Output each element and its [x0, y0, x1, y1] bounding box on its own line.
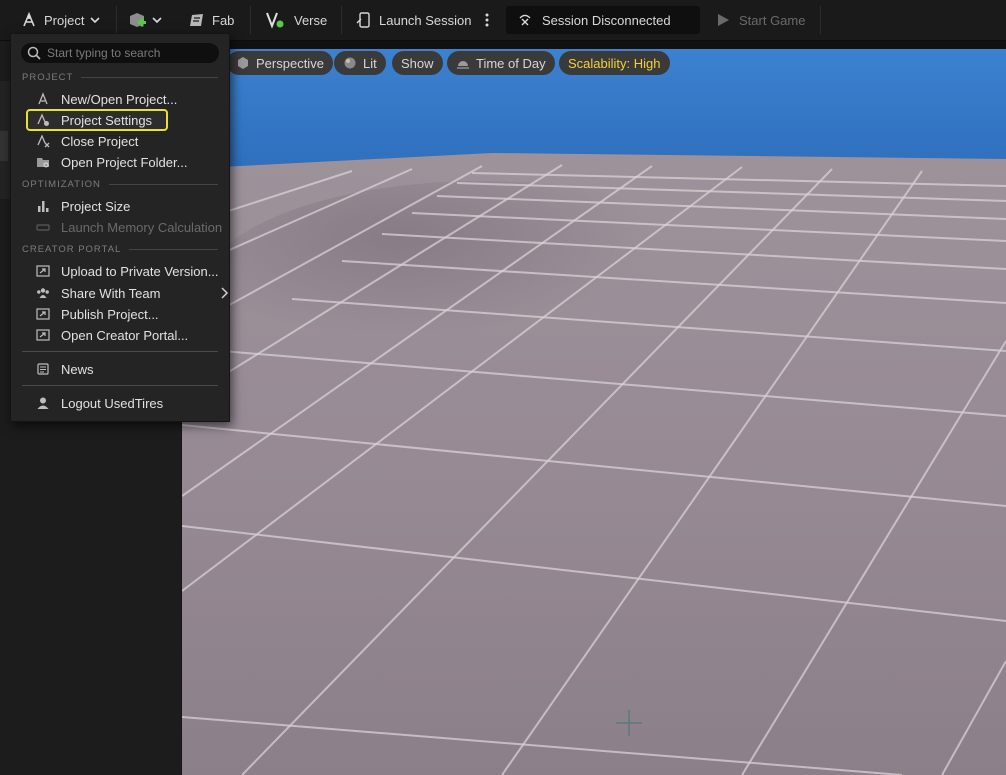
project-menu-label: Project [44, 12, 85, 28]
menu-item-upload-private-version[interactable]: Upload to Private Version... [28, 261, 224, 281]
team-icon [37, 288, 49, 298]
project-settings-icon [37, 113, 49, 126]
lit-label: Lit [363, 55, 377, 71]
chevron-right-icon [221, 287, 229, 299]
section-project: PROJECT [22, 70, 218, 84]
external-link-icon [36, 329, 50, 341]
folder-icon [37, 158, 49, 168]
verse-label: Verse [294, 12, 328, 28]
more-options-button[interactable] [484, 0, 490, 40]
menu-item-launch-memory-calculation[interactable]: Launch Memory Calculation [28, 217, 224, 237]
project-dropdown-menu: PROJECT New/Open Project... Project Sett… [10, 33, 230, 422]
publish-icon [36, 308, 50, 320]
user-icon [37, 397, 49, 409]
section-creator-portal-label: CREATOR PORTAL [22, 243, 122, 255]
menu-item-new-open-project[interactable]: New/Open Project... [28, 89, 224, 109]
menu-item-logout[interactable]: Logout UsedTires [28, 393, 224, 413]
cube-icon [238, 57, 248, 69]
section-project-label: PROJECT [22, 71, 74, 83]
news-icon [37, 363, 49, 375]
menu-item-label: Close Project [61, 134, 139, 149]
section-optimization: OPTIMIZATION [22, 177, 218, 191]
session-status-label: Session Disconnected [542, 12, 671, 28]
menu-divider [22, 385, 218, 386]
vertical-ellipsis-icon [485, 13, 489, 27]
toolbar-separator [250, 6, 251, 34]
menu-item-label: Project Size [61, 199, 131, 214]
launch-session-button[interactable]: Launch Session [355, 0, 472, 40]
bar-chart-icon [38, 201, 49, 212]
memory-icon [36, 224, 50, 231]
fab-icon [190, 14, 203, 26]
menu-item-publish-project[interactable]: Publish Project... [28, 304, 224, 324]
session-status-indicator[interactable]: Session Disconnected [506, 6, 700, 34]
toolbar-separator [820, 6, 821, 34]
project-icon [23, 11, 35, 27]
toolbar-separator [341, 6, 342, 34]
chevron-down-icon [152, 17, 162, 24]
menu-item-label: Publish Project... [61, 307, 159, 322]
menu-item-label: Launch Memory Calculation [61, 220, 223, 235]
scalability-button[interactable]: Scalability: High [559, 51, 670, 75]
time-of-day-label: Time of Day [476, 55, 546, 71]
project-icon [38, 92, 48, 105]
start-game-button[interactable]: Start Game [716, 0, 805, 40]
menu-item-label: Open Creator Portal... [61, 328, 189, 343]
menu-item-label: Logout UsedTires [61, 396, 164, 411]
menu-item-share-with-team[interactable]: Share With Team [28, 283, 229, 303]
menu-item-close-project[interactable]: Close Project [28, 131, 224, 151]
menu-divider [22, 351, 218, 352]
toolbar-separator [116, 6, 117, 34]
play-icon [718, 14, 729, 26]
verse-button[interactable]: Verse [266, 0, 327, 40]
fab-label: Fab [212, 12, 235, 28]
lit-sphere-icon [344, 57, 356, 69]
menu-item-open-project-folder[interactable]: Open Project Folder... [28, 152, 224, 172]
chevron-down-icon [90, 17, 101, 24]
scalability-label: Scalability: High [568, 55, 661, 71]
perspective-button[interactable]: Perspective [227, 51, 333, 75]
show-button[interactable]: Show [392, 51, 443, 75]
time-of-day-button[interactable]: Time of Day [447, 51, 555, 75]
launch-session-label: Launch Session [379, 12, 472, 28]
viewport-scene [182, 41, 1006, 775]
section-optimization-label: OPTIMIZATION [22, 178, 101, 190]
show-label: Show [401, 55, 434, 71]
search-icon [27, 46, 41, 60]
menu-item-project-settings[interactable]: Project Settings [26, 109, 168, 131]
upload-icon [36, 265, 50, 277]
close-project-icon [37, 134, 50, 148]
menu-item-label: Project Settings [61, 113, 153, 128]
session-disconnected-icon [519, 14, 531, 26]
start-game-label: Start Game [739, 12, 806, 28]
menu-item-label: Share With Team [61, 286, 161, 301]
lit-button[interactable]: Lit [334, 51, 386, 75]
menu-item-label: News [61, 362, 94, 377]
left-panel-handle[interactable] [0, 131, 8, 161]
menu-item-label: Upload to Private Version... [61, 264, 219, 279]
verse-icon [266, 12, 284, 29]
menu-search-box[interactable] [21, 43, 219, 63]
launch-session-icon [356, 12, 370, 28]
menu-search-input[interactable] [47, 43, 213, 63]
section-creator-portal: CREATOR PORTAL [22, 242, 218, 256]
menu-item-label: New/Open Project... [61, 92, 178, 107]
add-cube-icon [130, 13, 146, 27]
menu-item-news[interactable]: News [28, 359, 224, 379]
menu-item-open-creator-portal[interactable]: Open Creator Portal... [28, 325, 224, 345]
level-viewport[interactable]: Perspective Lit Show Time of Day Scalabi… [182, 41, 1006, 775]
menu-item-project-size[interactable]: Project Size [28, 196, 224, 216]
menu-item-label: Open Project Folder... [61, 155, 188, 170]
perspective-label: Perspective [256, 55, 324, 71]
sunrise-icon [457, 61, 469, 69]
